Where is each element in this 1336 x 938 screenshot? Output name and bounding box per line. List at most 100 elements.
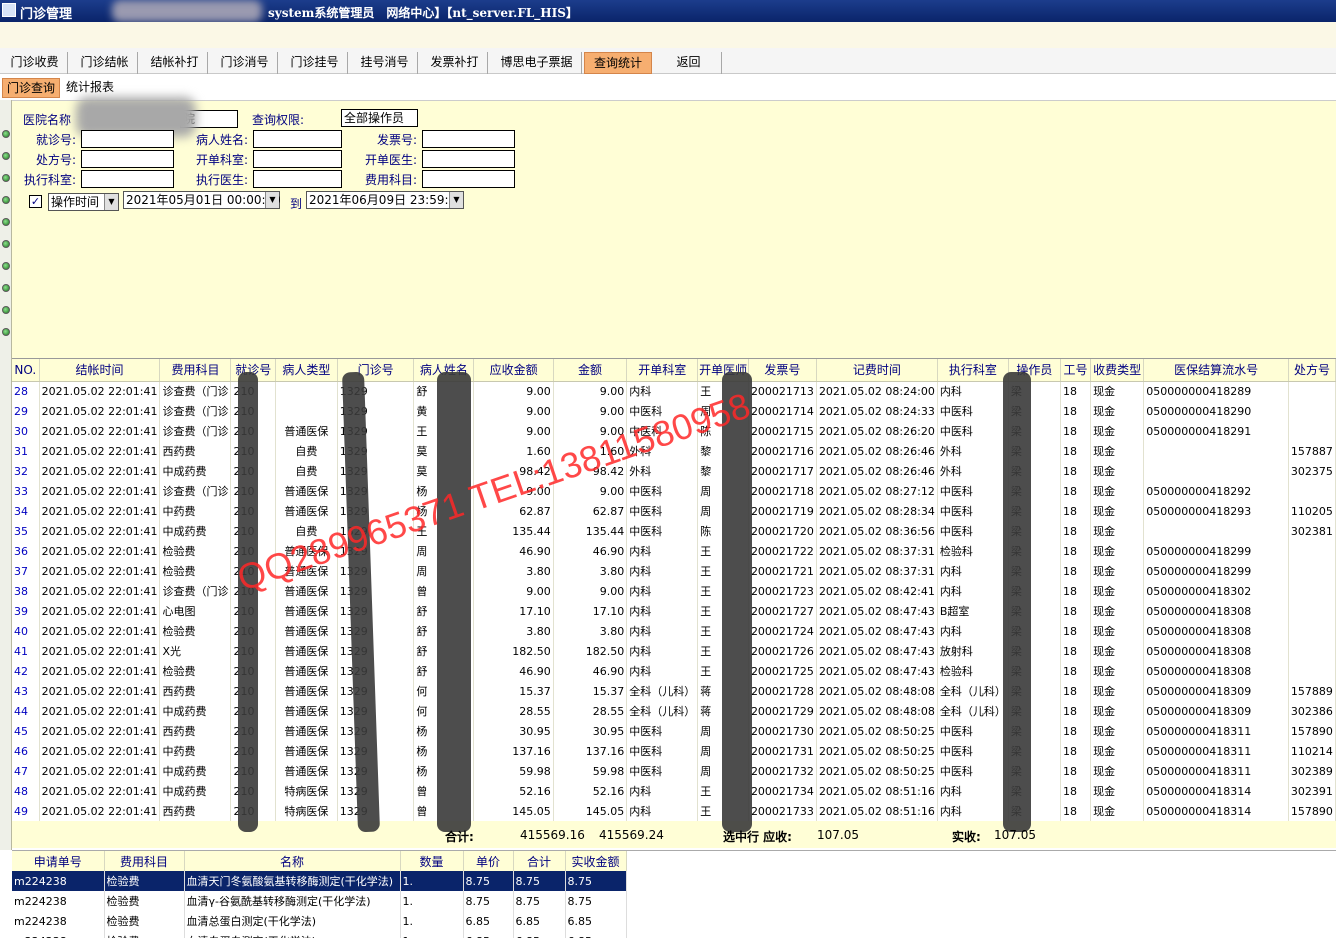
table-cell: 心电图 [159, 601, 232, 621]
start-time-picker[interactable]: 2021年05月01日 00:00:00 ▼ [123, 191, 281, 209]
detail-row[interactable]: m224238 检验费 血清γ-谷氨酰基转移酶测定(干化学法) 1. 8.75 8.75 8… [12, 891, 627, 911]
detail-cell: 1. [400, 931, 464, 938]
prescription-input[interactable] [81, 150, 174, 168]
table-cell: 52.16 [473, 781, 554, 801]
column-header[interactable]: 病人类型 [275, 359, 338, 382]
column-header[interactable]: 结帐时间 [39, 359, 161, 382]
table-cell: 18 [1060, 601, 1092, 621]
table-cell: 2021.05.02 08:50:25 [816, 761, 938, 781]
tab-outpatient-cancel[interactable]: 门诊消号 [212, 52, 278, 74]
table-row[interactable]: 282021.05.02 22:01:41诊查费（门诊2101329舒9.009… [12, 381, 1336, 401]
exec-dept-input[interactable] [81, 170, 174, 188]
exec-doctor-input[interactable] [253, 170, 342, 188]
table-row[interactable]: 412021.05.02 22:01:41X光210普通医保1329舒182.5… [12, 641, 1336, 661]
tab-e-invoice[interactable]: 博思电子票据 [492, 52, 582, 74]
table-cell: 200021732 [748, 761, 817, 781]
fee-item-input[interactable] [422, 170, 515, 188]
table-cell: 30.95 [553, 721, 628, 741]
table-row[interactable]: 362021.05.02 22:01:41检验费210普通医保1329周46.9… [12, 541, 1336, 561]
tab-return[interactable]: 返回 [656, 52, 722, 74]
detail-column-header[interactable]: 申请单号 [12, 851, 105, 871]
detail-row[interactable]: m224238检验费血清白蛋白测定(干化学法)1.6.856.856.85 [12, 931, 627, 938]
table-cell: 内科 [626, 781, 699, 801]
detail-row[interactable]: m224238 检验费 血清总蛋白测定(干化学法) 1. 6.85 6.85 6.85 [12, 911, 627, 931]
table-row[interactable]: 492021.05.02 22:01:41西药费210特病医保1329曾145.… [12, 801, 1336, 821]
column-header[interactable]: 工号 [1060, 359, 1092, 382]
column-header[interactable]: NO. [12, 359, 40, 382]
open-dept-input[interactable] [253, 150, 342, 168]
patient-name-input[interactable] [253, 130, 342, 148]
table-cell: 2021.05.02 08:26:20 [816, 421, 938, 441]
table-row[interactable]: 432021.05.02 22:01:41西药费210普通医保1329何15.3… [12, 681, 1336, 701]
end-time-picker[interactable]: 2021年06月09日 23:59:59 ▼ [306, 191, 464, 209]
table-cell: 西药费 [159, 721, 232, 741]
table-cell: 现金 [1090, 601, 1145, 621]
time-type-select[interactable]: 操作时间 ▼ [48, 193, 119, 211]
table-row[interactable]: 462021.05.02 22:01:41中药费210普通医保1329杨137.… [12, 741, 1336, 761]
table-cell: B超室 [937, 601, 1009, 621]
table-cell: 中医科 [626, 761, 699, 781]
table-row[interactable]: 322021.05.02 22:01:41中成药费210自费1329莫98.42… [12, 461, 1336, 481]
table-row[interactable]: 372021.05.02 22:01:41检验费210普通医保1329周3.80… [12, 561, 1336, 581]
invoice-input[interactable] [422, 130, 515, 148]
detail-column-header[interactable]: 单价 [463, 851, 514, 871]
left-indicator-strip [0, 100, 12, 850]
column-header[interactable]: 收费类型 [1090, 359, 1145, 382]
table-cell: 普通医保 [275, 661, 338, 681]
table-cell [1288, 481, 1336, 501]
subtab-outpatient-query[interactable]: 门诊查询 [2, 78, 61, 98]
subtab-stat-report[interactable]: 统计报表 [62, 78, 118, 98]
table-row[interactable]: 332021.05.02 22:01:41诊查费（门诊210普通医保1329杨9… [12, 481, 1336, 501]
table-cell: 中成药费 [159, 781, 232, 801]
column-header[interactable]: 应收金额 [473, 359, 554, 382]
tab-outpatient-charge[interactable]: 门诊收费 [2, 52, 68, 74]
column-header[interactable]: 记费时间 [816, 359, 938, 382]
table-cell: 中医科 [626, 501, 699, 521]
table-cell: 2021.05.02 22:01:41 [39, 401, 161, 421]
tab-invoice-reprint[interactable]: 发票补打 [422, 52, 488, 74]
chevron-down-icon: ▼ [265, 192, 279, 208]
table-row[interactable]: 422021.05.02 22:01:41检验费210普通医保1329舒46.9… [12, 661, 1336, 681]
table-cell: 中医科 [626, 721, 699, 741]
visit-no-input[interactable] [81, 130, 174, 148]
detail-column-header[interactable]: 数量 [400, 851, 464, 871]
table-row[interactable]: 382021.05.02 22:01:41诊查费（门诊210普通医保1329曾9… [12, 581, 1336, 601]
table-cell: 现金 [1090, 461, 1145, 481]
tab-query-stats[interactable]: 查询统计 [584, 52, 652, 74]
time-filter-checkbox[interactable]: ✓ [29, 195, 42, 208]
permission-select[interactable]: 全部操作员 [341, 109, 418, 127]
table-row[interactable]: 442021.05.02 22:01:41中成药费210普通医保1329何28.… [12, 701, 1336, 721]
table-row[interactable]: 392021.05.02 22:01:41心电图210普通医保1329舒17.1… [12, 601, 1336, 621]
table-cell: 中成药费 [159, 521, 232, 541]
detail-column-header[interactable]: 合计 [513, 851, 566, 871]
table-cell: 2021.05.02 08:24:33 [816, 401, 938, 421]
table-cell: 1329 [337, 601, 415, 621]
title-bar: 门诊管理 system系统管理员 网络中心】【nt_server.FL_HIS】 [0, 0, 1336, 22]
column-header[interactable]: 医保结算流水号 [1143, 359, 1289, 382]
column-header[interactable]: 处方号 [1288, 359, 1336, 382]
tab-outpatient-register[interactable]: 门诊挂号 [282, 52, 348, 74]
table-cell: 全科（儿科） [937, 701, 1009, 721]
detail-column-header[interactable]: 实收金额 [565, 851, 627, 871]
table-row[interactable]: 472021.05.02 22:01:41中成药费210普通医保1329杨59.… [12, 761, 1336, 781]
detail-column-header[interactable]: 费用科目 [104, 851, 185, 871]
table-row[interactable]: 342021.05.02 22:01:41中药费210普通医保1329杨62.8… [12, 501, 1336, 521]
column-header[interactable]: 开单科室 [626, 359, 699, 382]
tab-register-cancel[interactable]: 挂号消号 [352, 52, 418, 74]
detail-row[interactable]: m224238 检验费 血清天门冬氨酸氨基转移酶测定(干化学法) 1. 8.75 8.75… [12, 871, 627, 891]
column-header[interactable]: 发票号 [748, 359, 817, 382]
open-doctor-input[interactable] [422, 150, 515, 168]
detail-column-header[interactable]: 名称 [184, 851, 401, 871]
tab-settle-reprint[interactable]: 结帐补打 [142, 52, 208, 74]
table-row[interactable]: 352021.05.02 22:01:41中成药费210自费1329王135.4… [12, 521, 1336, 541]
detail-cell: m224238 [12, 931, 105, 938]
column-header[interactable]: 执行科室 [937, 359, 1009, 382]
table-row[interactable]: 452021.05.02 22:01:41西药费210普通医保1329杨30.9… [12, 721, 1336, 741]
table-row[interactable]: 482021.05.02 22:01:41中成药费210特病医保1329曾52.… [12, 781, 1336, 801]
table-row[interactable]: 402021.05.02 22:01:41检验费210普通医保1329舒3.80… [12, 621, 1336, 641]
table-cell: 中医科 [937, 761, 1009, 781]
column-header[interactable]: 费用科目 [159, 359, 232, 382]
tab-outpatient-settle[interactable]: 门诊结帐 [72, 52, 138, 74]
column-header[interactable]: 金额 [553, 359, 628, 382]
table-cell: 200021715 [748, 421, 817, 441]
